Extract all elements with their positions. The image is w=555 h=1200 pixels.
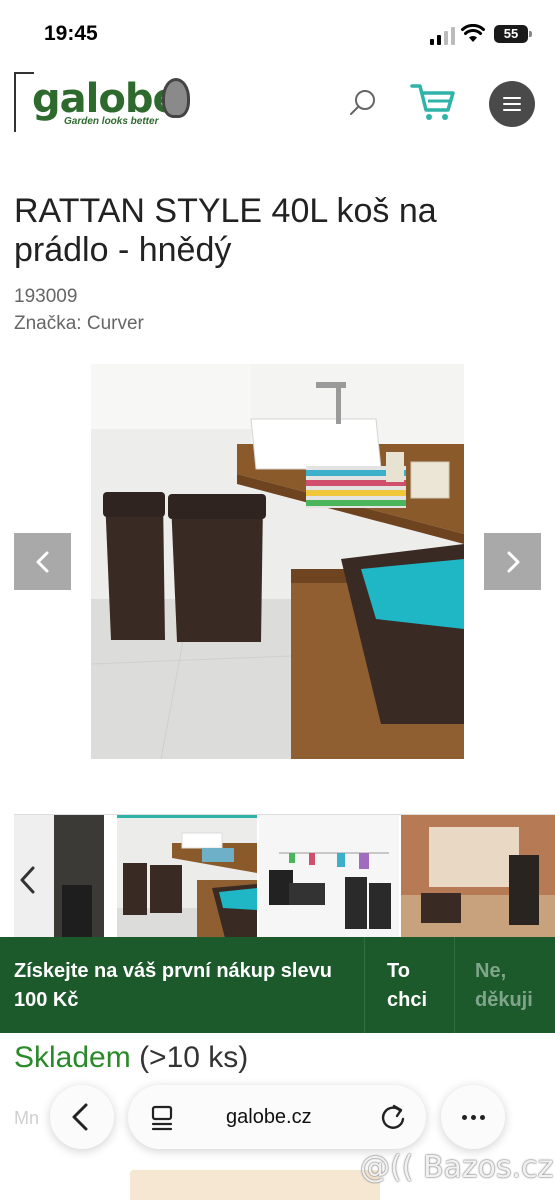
chevron-right-icon bbox=[507, 551, 520, 573]
thumbnail-strip bbox=[14, 814, 555, 940]
browser-address-bar[interactable]: galobe.cz bbox=[128, 1085, 426, 1149]
battery-icon: 55 bbox=[494, 25, 528, 43]
thumbnail-4[interactable] bbox=[401, 815, 555, 940]
cellular-signal-icon bbox=[430, 27, 456, 45]
product-title: RATTAN STYLE 40L koš na prádlo - hnědý bbox=[14, 192, 437, 269]
promo-decline-label: Ne, děkuji bbox=[475, 960, 533, 1011]
bathroom-photo bbox=[91, 364, 464, 759]
logo-frame-graphic bbox=[14, 72, 34, 132]
chevron-left-icon bbox=[20, 866, 35, 894]
quantity-label-faded: Mn bbox=[14, 1108, 40, 1128]
browser-back-button[interactable] bbox=[50, 1085, 114, 1149]
promo-accept-label: To chci bbox=[387, 960, 428, 1011]
gallery-next-button[interactable] bbox=[484, 533, 541, 590]
gallery-prev-button[interactable] bbox=[14, 533, 71, 590]
product-brand: Značka: Curver bbox=[14, 313, 144, 334]
chevron-left-icon bbox=[36, 551, 49, 573]
promo-decline-button[interactable]: Ne, děkuji bbox=[454, 937, 555, 1033]
bazos-watermark: @(( Bazos.cz bbox=[360, 1150, 554, 1185]
product-main-image[interactable] bbox=[91, 364, 464, 759]
product-sku: 193009 bbox=[14, 286, 78, 307]
more-icon bbox=[462, 1115, 467, 1120]
stock-quantity: (>10 ks) bbox=[139, 1041, 249, 1074]
menu-button[interactable] bbox=[489, 81, 535, 127]
thumbnail-3[interactable] bbox=[259, 815, 399, 940]
promo-text: Získejte na váš první nákup slevu 100 Kč bbox=[14, 960, 332, 1011]
browser-more-button[interactable] bbox=[441, 1085, 505, 1149]
hamburger-icon bbox=[503, 97, 521, 99]
status-bar: 19:45 55 bbox=[0, 0, 555, 70]
clock: 19:45 bbox=[44, 22, 98, 45]
thumbnail-prev-button[interactable] bbox=[14, 862, 44, 898]
promo-accept-button[interactable]: To chci bbox=[364, 937, 454, 1033]
add-to-cart-button-faded[interactable] bbox=[130, 1170, 380, 1200]
promo-banner: Získejte na váš první nákup slevu 100 Kč… bbox=[0, 937, 555, 1033]
stock-status: Skladem (>10 ks) bbox=[14, 1041, 248, 1075]
logo-tagline: Garden looks better bbox=[64, 116, 159, 127]
battery-tip bbox=[529, 31, 532, 37]
logo-chair-graphic bbox=[162, 78, 190, 118]
browser-url: galobe.cz bbox=[226, 1106, 312, 1128]
back-icon bbox=[72, 1103, 88, 1131]
cart-icon[interactable] bbox=[410, 82, 456, 122]
search-icon[interactable] bbox=[348, 88, 378, 118]
site-header: galobe Garden looks better bbox=[0, 68, 555, 138]
thumbnail-2-active[interactable] bbox=[117, 815, 257, 940]
wifi-icon bbox=[461, 24, 485, 42]
reader-icon[interactable] bbox=[148, 1103, 178, 1133]
stock-label: Skladem bbox=[14, 1041, 131, 1074]
site-logo[interactable]: galobe Garden looks better bbox=[14, 70, 194, 134]
page: 19:45 55 galobe Garden looks better RATT… bbox=[0, 0, 555, 1200]
reload-icon[interactable] bbox=[378, 1102, 408, 1132]
